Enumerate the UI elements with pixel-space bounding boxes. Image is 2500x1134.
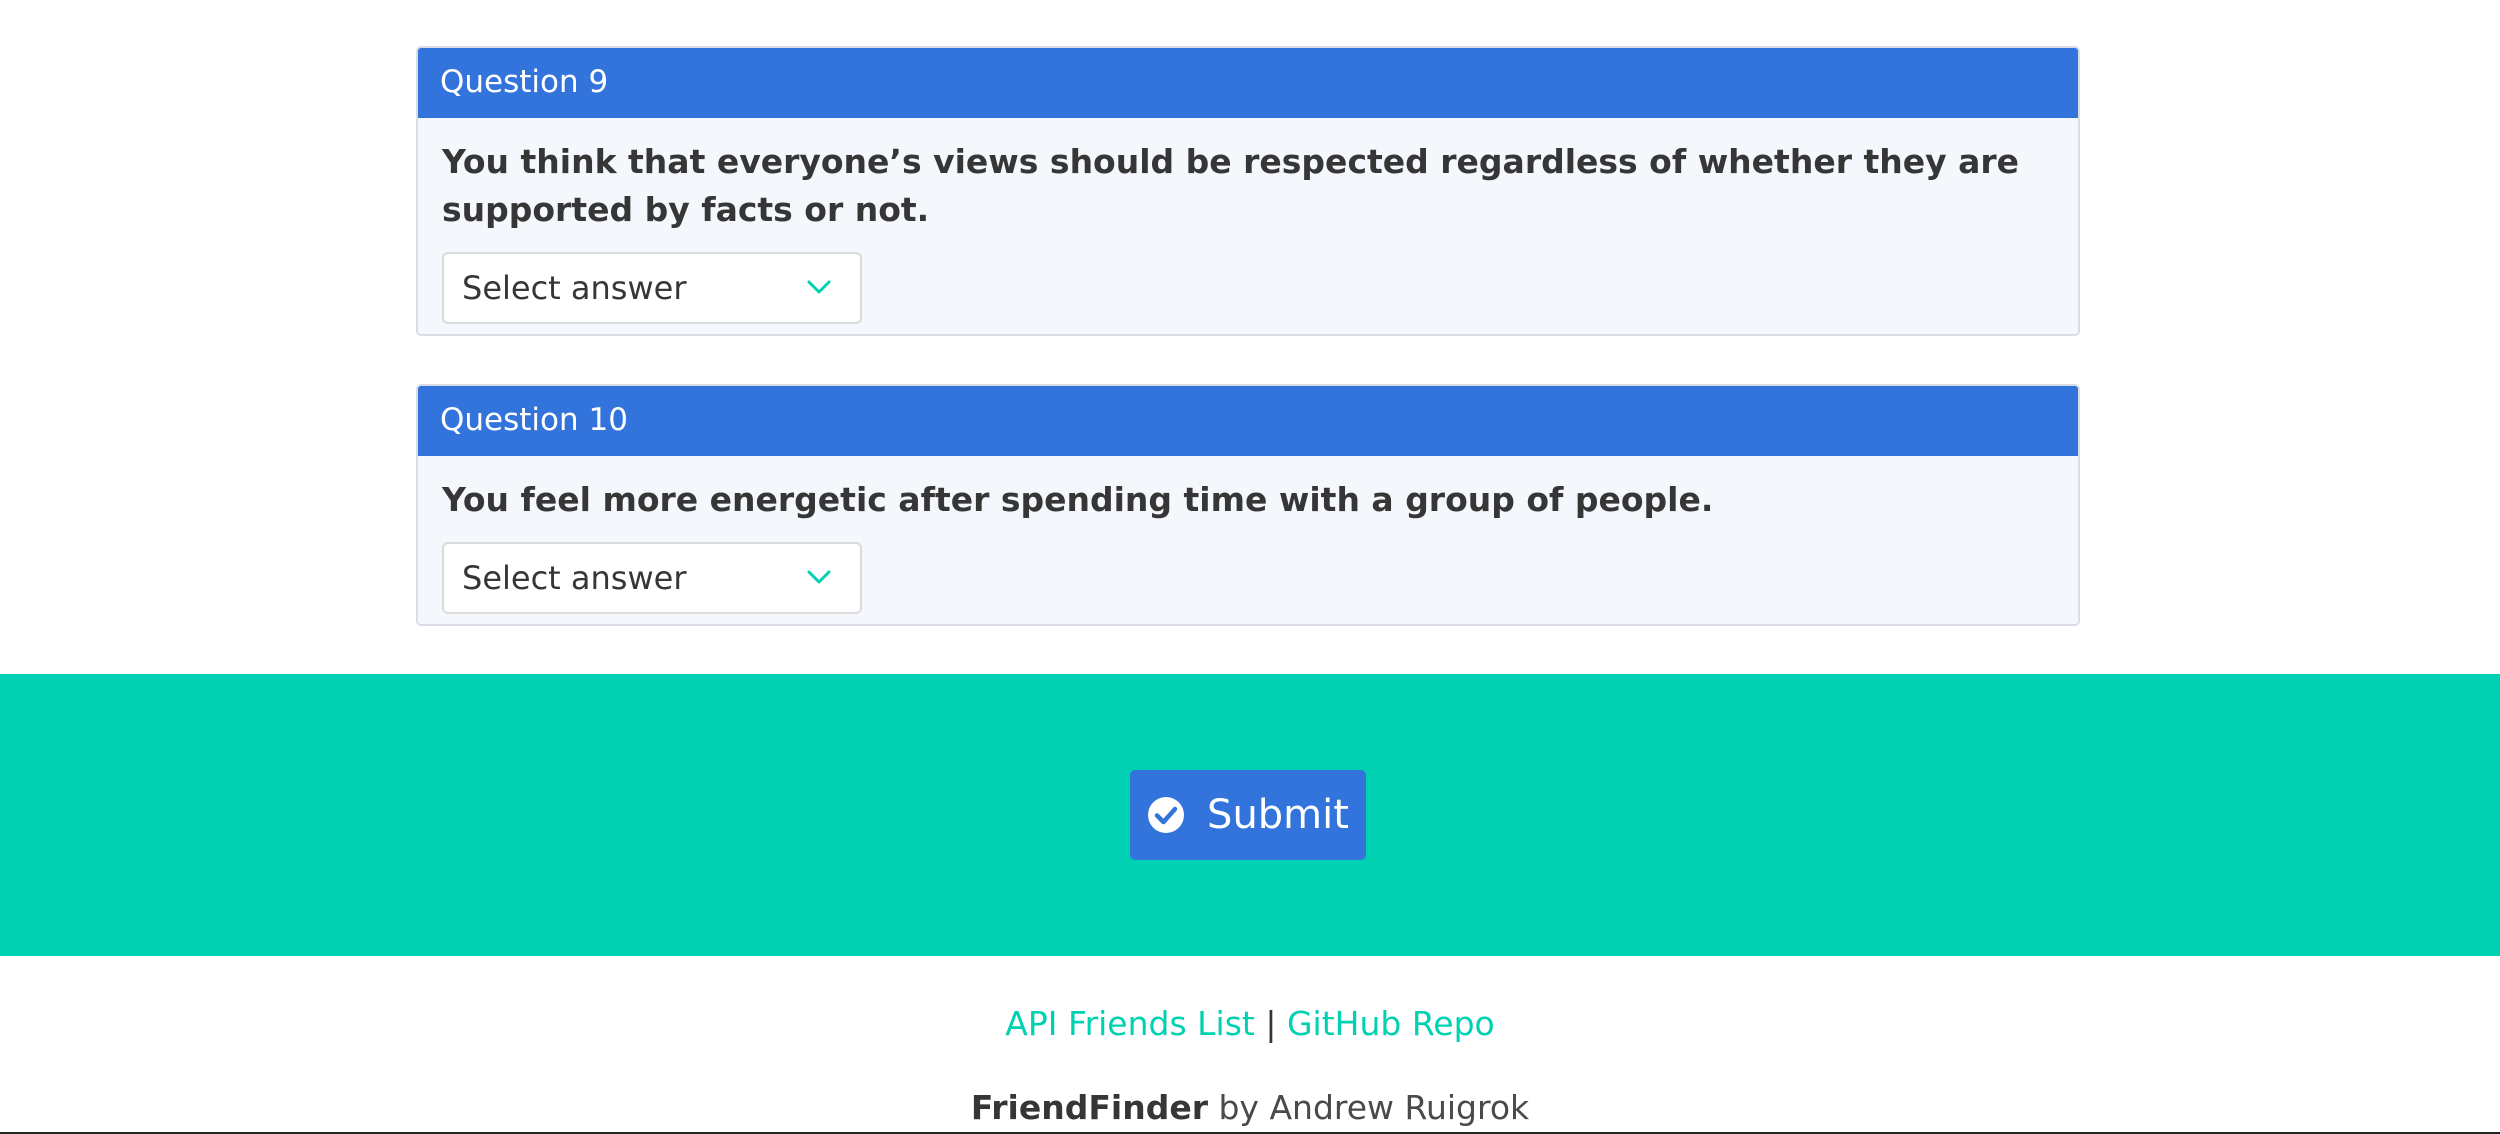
answer-select-value: Select answer <box>462 269 687 307</box>
question-card-9: Question 9 You think that everyone’s vie… <box>416 46 2080 336</box>
question-text: You think that everyone’s views should b… <box>442 142 2020 229</box>
author-byline: by Andrew Ruigrok <box>1218 1088 1530 1127</box>
question-text: You feel more energetic after spending t… <box>442 480 1714 519</box>
question-header: Question 10 <box>418 386 2078 456</box>
submit-section: Submit <box>0 674 2500 956</box>
answer-select-value: Select answer <box>462 559 687 597</box>
github-repo-link[interactable]: GitHub Repo <box>1287 1004 1495 1043</box>
question-header: Question 9 <box>418 48 2078 118</box>
question-card-10: Question 10 You feel more energetic afte… <box>416 384 2080 626</box>
chevron-down-icon <box>807 570 831 584</box>
footer-links: API Friends List | GitHub Repo <box>0 1004 2500 1043</box>
page: Question 9 You think that everyone’s vie… <box>0 0 2500 1134</box>
answer-select[interactable]: Select answer <box>442 542 862 614</box>
answer-select[interactable]: Select answer <box>442 252 862 324</box>
api-friends-list-link[interactable]: API Friends List <box>1005 1004 1255 1043</box>
submit-label: Submit <box>1207 792 1349 838</box>
question-body: You think that everyone’s views should b… <box>418 118 2078 324</box>
check-circle-icon <box>1148 797 1185 833</box>
footer-credit: FriendFinder by Andrew Ruigrok <box>0 1088 2500 1127</box>
submit-button[interactable]: Submit <box>1130 770 1366 860</box>
brand-name: FriendFinder <box>970 1088 1208 1127</box>
footer-separator: | <box>1265 1004 1277 1043</box>
question-body: You feel more energetic after spending t… <box>418 456 2078 614</box>
chevron-down-icon <box>807 280 831 294</box>
